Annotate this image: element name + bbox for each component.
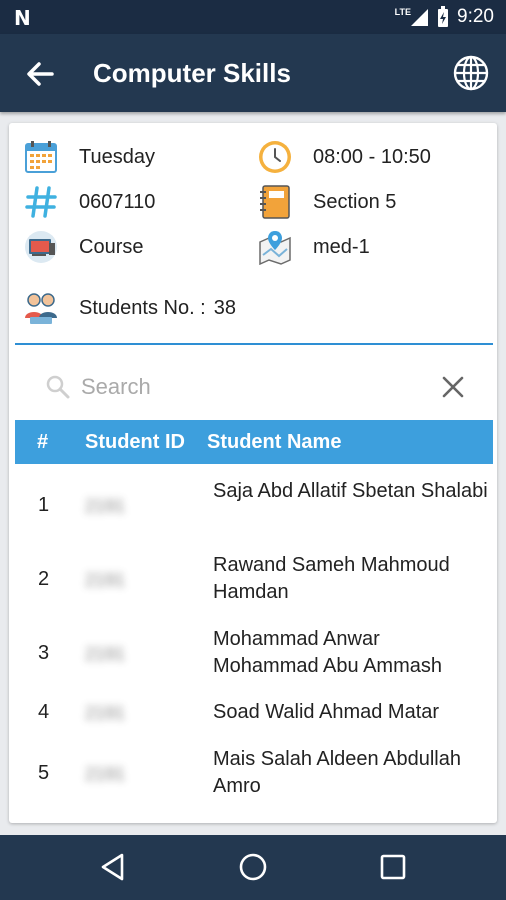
arrow-left-icon[interactable] <box>22 56 58 92</box>
recents-square-icon[interactable] <box>375 849 411 885</box>
table-row[interactable]: 1 2191 Saja Abd Allatif Sbetan Shalabi <box>15 478 493 534</box>
table-row[interactable]: 4 2191 Soad Walid Ahmad Matar <box>15 699 493 733</box>
table-row[interactable]: 2 2191 Rawand Sameh Mahmoud Hamdan <box>15 552 493 608</box>
status-time: 9:20 <box>457 6 494 27</box>
header-student-id: Student ID <box>85 431 185 453</box>
table-row[interactable]: 3 2191 Mohammad Anwar Mohammad Abu Ammas… <box>15 626 493 682</box>
page-title: Computer Skills <box>93 58 291 88</box>
student-id: 2191 <box>85 764 126 784</box>
row-number: 2 <box>38 568 50 590</box>
hashtag-icon <box>23 184 59 220</box>
globe-icon[interactable] <box>452 54 490 92</box>
student-name: Mais Salah Aldeen Abdullah Amro <box>213 748 461 797</box>
info-time: 08:00 - 10:50 <box>257 139 431 175</box>
row-number: 1 <box>38 494 50 516</box>
student-name: Saja Abd Allatif Sbetan Shalabi <box>213 480 488 502</box>
notebook-icon <box>257 184 293 220</box>
search-bar <box>9 363 497 411</box>
close-icon[interactable] <box>439 373 467 401</box>
row-number: 3 <box>38 642 50 664</box>
time-value: 08:00 - 10:50 <box>313 145 431 168</box>
student-id: 2191 <box>85 496 126 516</box>
row-number: 4 <box>38 701 50 723</box>
navigation-bar <box>0 835 506 900</box>
divider <box>15 343 493 345</box>
notification-icon: N <box>14 6 31 30</box>
students-icon <box>23 290 59 326</box>
course-icon <box>23 229 59 265</box>
location-value: med-1 <box>313 235 370 258</box>
student-id: 2191 <box>85 644 126 664</box>
student-name: Mohammad Anwar Mohammad Abu Ammash <box>213 628 442 677</box>
info-section: Section 5 <box>257 184 396 220</box>
type-value: Course <box>79 235 144 258</box>
student-id: 2191 <box>85 703 126 723</box>
info-type: Course <box>23 229 143 265</box>
info-students: Students No. : 38 <box>23 290 236 326</box>
info-day: Tuesday <box>23 139 155 175</box>
back-triangle-icon[interactable] <box>95 849 131 885</box>
calendar-icon <box>23 139 59 175</box>
status-bar: N LTE 9:20 <box>0 0 506 34</box>
clock-icon <box>257 139 293 175</box>
info-code: 0607110 <box>23 184 155 220</box>
course-card: Tuesday 08:00 - 10:50 0607110 Section 5 … <box>9 123 497 823</box>
header-student-name: Student Name <box>207 431 342 453</box>
student-id: 2191 <box>85 570 126 590</box>
search-icon <box>46 375 70 399</box>
students-count: 38 <box>213 296 236 319</box>
section-value: Section 5 <box>313 190 397 213</box>
row-number: 5 <box>38 762 50 784</box>
student-name: Rawand Sameh Mahmoud Hamdan <box>213 554 450 603</box>
students-label: Students No. : <box>79 296 206 319</box>
map-pin-icon <box>257 229 293 265</box>
app-bar: Computer Skills <box>0 34 506 112</box>
table-header: # Student ID Student Name <box>15 420 493 464</box>
home-circle-icon[interactable] <box>235 849 271 885</box>
code-value: 0607110 <box>79 190 156 213</box>
battery-icon <box>438 6 449 27</box>
header-num: # <box>37 431 49 453</box>
signal-icon <box>411 9 429 26</box>
table-row[interactable]: 5 2191 Mais Salah Aldeen Abdullah Amro <box>15 746 493 802</box>
day-value: Tuesday <box>79 145 155 168</box>
search-input[interactable] <box>81 369 421 405</box>
student-name: Soad Walid Ahmad Matar <box>213 701 440 723</box>
info-location: med-1 <box>257 229 370 265</box>
